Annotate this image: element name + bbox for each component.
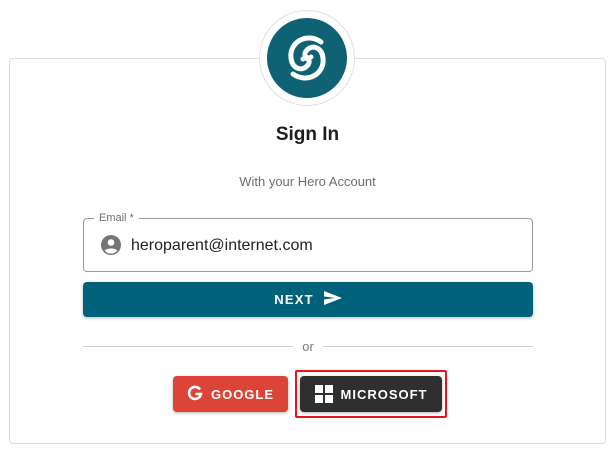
email-field[interactable]: Email * — [83, 211, 533, 272]
google-button-label: GOOGLE — [210, 386, 275, 402]
microsoft-button-highlight — [295, 370, 447, 418]
logo — [259, 10, 355, 106]
send-icon — [323, 291, 342, 308]
page-title: Sign In — [275, 124, 340, 145]
next-button-label: NEXT — [274, 292, 314, 307]
page-subtitle: With your Hero Account — [239, 174, 376, 189]
hero-logo-icon — [267, 18, 347, 98]
divider-left — [83, 346, 293, 347]
google-g-icon — [187, 385, 203, 404]
or-separator: or — [302, 339, 314, 354]
email-field-label: Email * — [94, 211, 139, 225]
account-circle-icon — [101, 235, 121, 255]
google-sign-in-button[interactable]: GOOGLE — [173, 376, 288, 412]
email-input[interactable] — [131, 235, 522, 257]
divider-right — [323, 346, 533, 347]
next-button[interactable]: NEXT — [83, 282, 533, 317]
